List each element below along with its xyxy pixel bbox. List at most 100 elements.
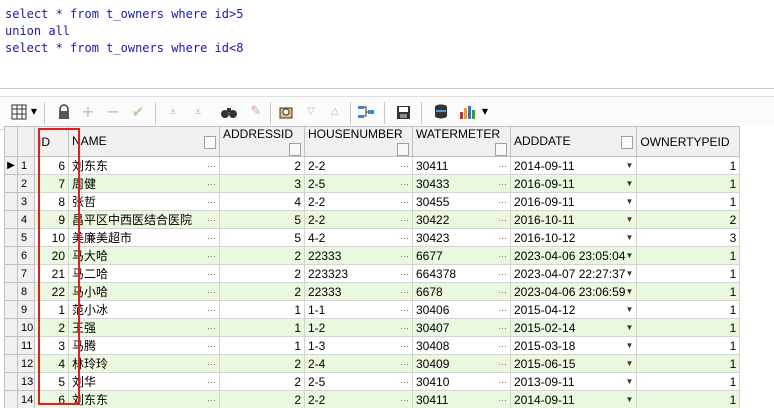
ellipsis-icon[interactable]: ··· [400, 215, 409, 225]
ellipsis-icon[interactable]: ··· [207, 323, 216, 333]
dropdown-arrow-icon[interactable]: ▼ [625, 341, 633, 350]
cell-watermeter[interactable]: 30433 ··· [412, 174, 511, 193]
cell-addressid[interactable]: 5 [219, 210, 305, 229]
ellipsis-icon[interactable]: ··· [498, 305, 507, 315]
ellipsis-icon[interactable]: ··· [498, 323, 507, 333]
cell-id[interactable]: 7 [34, 174, 69, 193]
ellipsis-icon[interactable]: ··· [207, 341, 216, 351]
column-header-watermeter[interactable]: WATERMETER [412, 126, 511, 157]
save-icon[interactable] [394, 103, 412, 121]
table-row[interactable]: 4 9 昌平区中西医结合医院 ··· 5 2-2 ··· 30422 ··· 2016-10-11… [4, 210, 741, 229]
dropdown-arrow-icon[interactable]: ▼ [625, 377, 633, 386]
cell-watermeter[interactable]: 30406 ··· [412, 300, 511, 319]
column-header-ownertypeid[interactable]: OWNERTYPEID [636, 126, 741, 157]
cell-housenumber[interactable]: 22333 ··· [304, 246, 413, 265]
cell-name[interactable]: 刘华 ··· [68, 372, 220, 391]
row-indicator[interactable] [4, 264, 18, 283]
cell-name[interactable]: 马大哈 ··· [68, 246, 220, 265]
row-indicator[interactable] [4, 174, 18, 193]
ellipsis-icon[interactable]: ··· [400, 233, 409, 243]
ellipsis-icon[interactable]: ··· [207, 305, 216, 315]
column-header-addressid[interactable]: ADDRESSID [219, 126, 305, 157]
row-indicator[interactable] [4, 300, 18, 319]
cell-addressid[interactable]: 1 [219, 336, 305, 355]
dropdown-arrow-icon[interactable]: ▼ [625, 395, 633, 404]
cell-adddate[interactable]: 2023-04-06 23:05:04 ▼ [509, 246, 638, 265]
row-indicator[interactable] [4, 246, 18, 265]
cell-ownertypeid[interactable]: 2 [636, 210, 741, 229]
cell-name[interactable]: 林玲玲 ··· [68, 354, 220, 373]
ellipsis-icon[interactable]: ··· [498, 287, 507, 297]
cell-watermeter[interactable]: 30408 ··· [412, 336, 511, 355]
post-changes-icon[interactable]: ✔ [129, 103, 147, 121]
ellipsis-icon[interactable]: ··· [498, 269, 507, 279]
ellipsis-icon[interactable]: ··· [498, 161, 507, 171]
table-row[interactable]: 14 6 刘东东 ··· 2 2-2 ··· 30411 ··· 2014-09-11 ▼ 1 [4, 390, 741, 408]
cell-ownertypeid[interactable]: 1 [636, 390, 741, 408]
cell-watermeter[interactable]: 664378 ··· [412, 264, 511, 283]
cell-adddate[interactable]: 2014-09-11 ▼ [509, 390, 638, 408]
ellipsis-icon[interactable]: ··· [400, 251, 409, 261]
cell-addressid[interactable]: 1 [219, 318, 305, 337]
cell-name[interactable]: 马二哈 ··· [68, 264, 220, 283]
cell-id[interactable]: 5 [34, 372, 69, 391]
ellipsis-icon[interactable]: ··· [498, 341, 507, 351]
cell-adddate[interactable]: 2016-09-11 ▼ [509, 192, 638, 211]
row-indicator[interactable] [4, 210, 18, 229]
cell-ownertypeid[interactable]: 1 [636, 192, 741, 211]
cell-addressid[interactable]: 1 [219, 300, 305, 319]
cell-addressid[interactable]: 2 [219, 246, 305, 265]
row-indicator[interactable]: ▶ [4, 156, 18, 175]
ellipsis-icon[interactable]: ··· [498, 197, 507, 207]
cell-housenumber[interactable]: 2-2 ··· [304, 210, 413, 229]
cell-housenumber[interactable]: 2-2 ··· [304, 156, 413, 175]
cell-housenumber[interactable]: 2-5 ··· [304, 372, 413, 391]
cell-watermeter[interactable]: 30423 ··· [412, 228, 511, 247]
chevron-down-icon[interactable]: ▼ [29, 103, 39, 121]
dropdown-arrow-icon[interactable]: ▼ [625, 305, 633, 314]
ellipsis-icon[interactable]: ··· [498, 251, 507, 261]
ellipsis-icon[interactable]: ··· [400, 377, 409, 387]
delete-record-icon[interactable]: − [104, 103, 122, 121]
cell-id[interactable]: 6 [34, 156, 69, 175]
row-indicator[interactable] [4, 354, 18, 373]
row-indicator[interactable] [4, 282, 18, 301]
filter-down-icon[interactable]: ⩡ [164, 103, 182, 121]
cell-adddate[interactable]: 2015-03-18 ▼ [509, 336, 638, 355]
grid-icon[interactable] [10, 103, 28, 121]
ellipsis-icon[interactable]: ··· [207, 197, 216, 207]
cell-addressid[interactable]: 4 [219, 192, 305, 211]
ellipsis-icon[interactable]: ··· [207, 269, 216, 279]
cell-watermeter[interactable]: 30411 ··· [412, 156, 511, 175]
row-indicator[interactable] [4, 372, 18, 391]
table-row[interactable]: 11 3 马腾 ··· 1 1-3 ··· 30408 ··· 2015-03-18 ▼ 1 [4, 336, 741, 355]
cell-housenumber[interactable]: 2-4 ··· [304, 354, 413, 373]
cell-adddate[interactable]: 2023-04-06 23:06:59 ▼ [509, 282, 638, 301]
cell-name[interactable]: 刘东东 ··· [68, 390, 220, 408]
cell-housenumber[interactable]: 223323 ··· [304, 264, 413, 283]
cell-adddate[interactable]: 2016-10-12 ▼ [509, 228, 638, 247]
cell-addressid[interactable]: 2 [219, 264, 305, 283]
ellipsis-icon[interactable]: ··· [498, 215, 507, 225]
ellipsis-icon[interactable]: ··· [400, 359, 409, 369]
cell-housenumber[interactable]: 1-3 ··· [304, 336, 413, 355]
column-header-id[interactable]: ID [34, 126, 69, 157]
database-icon[interactable] [432, 103, 450, 121]
cell-id[interactable]: 6 [34, 390, 69, 408]
cell-id[interactable]: 8 [34, 192, 69, 211]
ellipsis-icon[interactable]: ··· [207, 215, 216, 225]
ellipsis-icon[interactable]: ··· [498, 377, 507, 387]
cell-name[interactable]: 周健 ··· [68, 174, 220, 193]
table-row[interactable]: 6 20 马大哈 ··· 2 22333 ··· 6677 ··· 2023-04-06 23:0… [4, 246, 741, 265]
column-header-housenumber[interactable]: HOUSENUMBER [304, 126, 413, 157]
ellipsis-icon[interactable]: ··· [207, 161, 216, 171]
cell-adddate[interactable]: 2013-09-11 ▼ [509, 372, 638, 391]
cell-id[interactable]: 22 [34, 282, 69, 301]
cell-ownertypeid[interactable]: 1 [636, 282, 741, 301]
cell-ownertypeid[interactable]: 3 [636, 228, 741, 247]
cell-name[interactable]: 昌平区中西医结合医院 ··· [68, 210, 220, 229]
dropdown-arrow-icon[interactable]: ▼ [625, 179, 633, 188]
cell-ownertypeid[interactable]: 1 [636, 246, 741, 265]
results-grid[interactable]: ID NAME ADDRESSID HOUSENUMBER WATERMETER… [4, 126, 774, 408]
cell-watermeter[interactable]: 30409 ··· [412, 354, 511, 373]
